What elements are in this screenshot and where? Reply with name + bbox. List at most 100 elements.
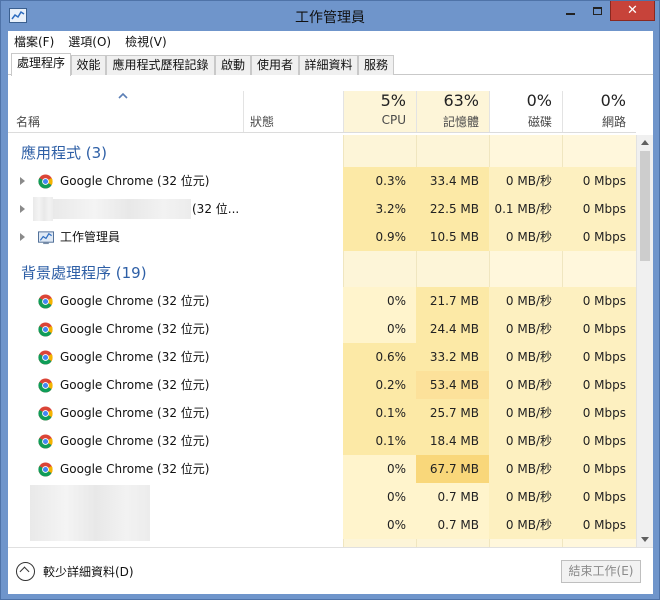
title-bar[interactable]: 工作管理員 ✕: [1, 1, 659, 31]
column-header-status-area[interactable]: [243, 91, 343, 132]
network-cell: 0 Mbps: [562, 455, 636, 483]
cpu-cell: 3.2%: [343, 195, 416, 223]
network-total-percent: 0%: [600, 91, 626, 110]
table-row[interactable]: Google Chrome (32 位元) 0.6% 33.2 MB 0 MB/…: [8, 343, 636, 371]
chrome-icon: [38, 406, 53, 421]
network-label: 網路: [601, 115, 626, 129]
disk-cell: 0 MB/秒: [489, 427, 562, 455]
chrome-icon: [38, 378, 53, 393]
chrome-icon: [38, 350, 53, 365]
table-row[interactable]: Google Chrome (32 位元) 0% 24.4 MB 0 MB/秒 …: [8, 315, 636, 343]
memory-cell: 33.2 MB: [416, 343, 489, 371]
table-row[interactable]: Google Chrome (32 位元) 0% 21.7 MB 0 MB/秒 …: [8, 287, 636, 315]
network-cell: 0 Mbps: [562, 511, 636, 539]
tab-services[interactable]: 服務: [358, 55, 394, 75]
memory-cell: 67.7 MB: [416, 455, 489, 483]
expand-arrow-icon[interactable]: [20, 177, 25, 185]
group-title-apps: 應用程式 (3): [21, 144, 108, 162]
memory-cell: 53.4 MB: [416, 371, 489, 399]
process-name: Google Chrome (32 位元): [60, 294, 210, 308]
table-row[interactable]: Google Chrome (32 位元) 0.2% 53.4 MB 0 MB/…: [8, 371, 636, 399]
cpu-cell: 0.1%: [343, 427, 416, 455]
network-cell: 0 Mbps: [562, 427, 636, 455]
column-header-name[interactable]: 名稱: [16, 113, 40, 130]
process-name: Google Chrome (32 位元): [60, 174, 210, 188]
table-row[interactable]: 0% 0.7 MB 0 MB/秒 0 Mbps: [8, 511, 636, 539]
table-row[interactable]: Google Chrome (32 位元) 0% 67.7 MB 0 MB/秒 …: [8, 455, 636, 483]
cpu-cell: 0%: [343, 315, 416, 343]
process-name: Google Chrome (32 位元): [60, 322, 210, 336]
cpu-cell: 0%: [343, 483, 416, 511]
maximize-icon: [592, 7, 602, 15]
process-name: Google Chrome (32 位元): [60, 378, 210, 392]
column-header-cpu[interactable]: 5% CPU: [343, 91, 416, 132]
client-area: 檔案(F) 選項(O) 檢視(V) 處理程序 效能 應用程式歷程記錄 啟動 使用…: [8, 31, 653, 594]
disk-cell: 0.1 MB/秒: [489, 195, 562, 223]
blurred-app-icon: [33, 197, 53, 221]
tab-app-history[interactable]: 應用程式歷程記錄: [106, 55, 215, 75]
end-task-button[interactable]: 結束工作(E): [561, 560, 641, 583]
close-button[interactable]: ✕: [610, 1, 655, 21]
disk-label: 磁碟: [527, 115, 552, 129]
memory-label: 記憶體: [442, 115, 479, 129]
menu-view[interactable]: 檢視(V): [125, 33, 167, 50]
table-row[interactable]: (32 位... 3.2% 22.5 MB 0.1 MB/秒 0 Mbps: [8, 195, 636, 223]
expand-arrow-icon[interactable]: [20, 205, 25, 213]
cpu-cell: 0.3%: [343, 167, 416, 195]
table-row[interactable]: 0% 0.7 MB 0 MB/秒 0 Mbps: [8, 483, 636, 511]
disk-cell: 0 MB/秒: [489, 343, 562, 371]
tab-performance[interactable]: 效能: [71, 55, 106, 75]
network-cell: 0 Mbps: [562, 287, 636, 315]
footer-bar: 較少詳細資料(D) 結束工作(E): [8, 547, 653, 594]
chrome-icon: [38, 294, 53, 309]
column-header-disk[interactable]: 0% 磁碟: [489, 91, 562, 132]
table-row[interactable]: Google Chrome (32 位元) 0.3% 33.4 MB 0 MB/…: [8, 167, 636, 195]
tab-startup[interactable]: 啟動: [215, 55, 251, 75]
expand-arrow-icon[interactable]: [20, 233, 25, 241]
column-header-memory[interactable]: 63% 記憶體: [416, 91, 489, 132]
table-row[interactable]: 工作管理員 0.9% 10.5 MB 0 MB/秒 0 Mbps: [8, 223, 636, 251]
sort-ascending-icon[interactable]: [118, 92, 128, 100]
network-cell: 0 Mbps: [562, 315, 636, 343]
cpu-cell: 0.9%: [343, 223, 416, 251]
process-name: (32 位...: [192, 202, 240, 216]
minimize-button[interactable]: [557, 1, 584, 21]
network-cell: 0 Mbps: [562, 399, 636, 427]
tab-users[interactable]: 使用者: [251, 55, 299, 75]
scroll-down-icon[interactable]: [641, 537, 649, 542]
network-cell: 0 Mbps: [562, 223, 636, 251]
minimize-icon: [566, 13, 575, 15]
chrome-icon: [38, 462, 53, 477]
menu-bar: 檔案(F) 選項(O) 檢視(V): [8, 31, 653, 51]
chrome-icon: [38, 174, 53, 189]
memory-total-percent: 63%: [443, 91, 479, 110]
cpu-label: CPU: [381, 113, 406, 127]
table-row[interactable]: Google Chrome (32 位元) 0.1% 18.4 MB 0 MB/…: [8, 427, 636, 455]
column-header-network[interactable]: 0% 網路: [562, 91, 636, 132]
cpu-cell: 0.2%: [343, 371, 416, 399]
disk-cell: 0 MB/秒: [489, 167, 562, 195]
group-header-background[interactable]: 背景處理程序 (19): [8, 259, 636, 287]
vertical-scrollbar[interactable]: [636, 135, 653, 547]
cpu-cell: 0.1%: [343, 399, 416, 427]
network-cell: 0 Mbps: [562, 167, 636, 195]
scroll-up-icon[interactable]: [641, 140, 649, 145]
scroll-thumb[interactable]: [640, 151, 650, 261]
menu-options[interactable]: 選項(O): [68, 33, 111, 50]
tab-details[interactable]: 詳細資料: [299, 55, 358, 75]
chrome-icon: [38, 322, 53, 337]
disk-total-percent: 0%: [526, 91, 552, 110]
disk-cell: 0 MB/秒: [489, 287, 562, 315]
tab-processes[interactable]: 處理程序: [11, 53, 71, 76]
tab-strip: 處理程序 效能 應用程式歷程記錄 啟動 使用者 詳細資料 服務: [8, 53, 653, 76]
network-cell: 0 Mbps: [562, 483, 636, 511]
table-row[interactable]: Google Chrome (32 位元) 0.1% 25.7 MB 0 MB/…: [8, 399, 636, 427]
disk-cell: 0 MB/秒: [489, 455, 562, 483]
menu-file[interactable]: 檔案(F): [14, 33, 54, 50]
maximize-button[interactable]: [584, 1, 610, 21]
fewer-details-label: 較少詳細資料(D): [43, 564, 134, 579]
fewer-details-button[interactable]: 較少詳細資料(D): [16, 560, 134, 582]
group-header-apps[interactable]: 應用程式 (3): [8, 139, 636, 167]
memory-cell: 25.7 MB: [416, 399, 489, 427]
disk-cell: 0 MB/秒: [489, 315, 562, 343]
